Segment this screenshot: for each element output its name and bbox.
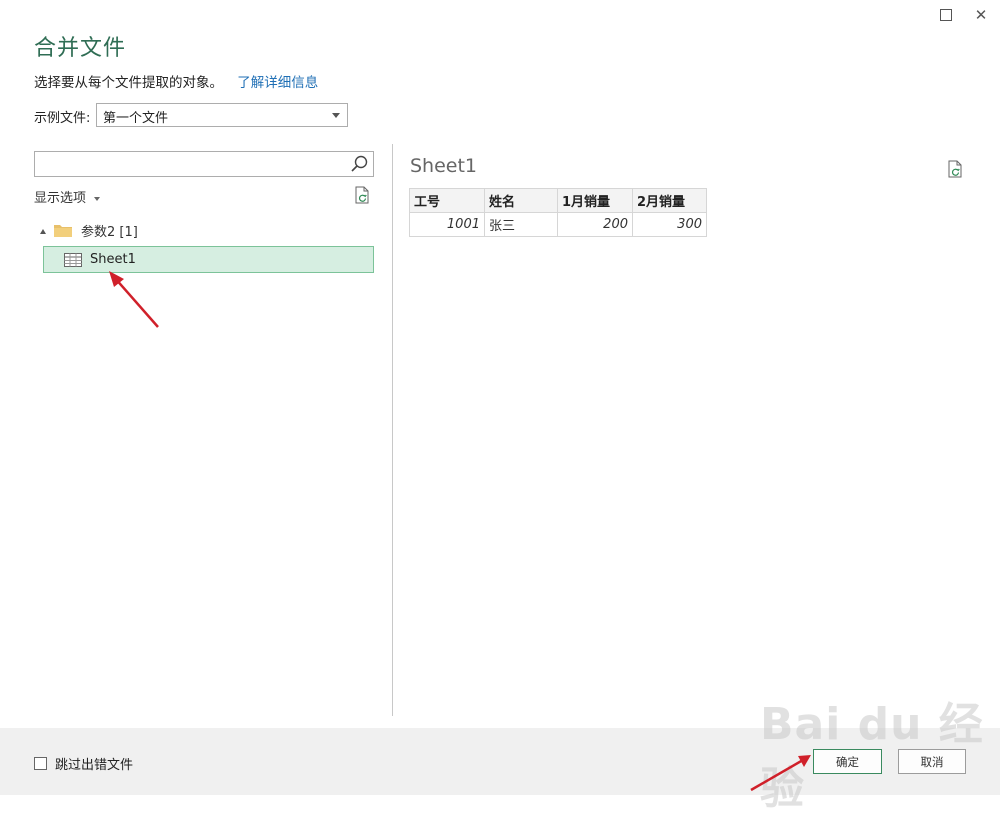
search-icon[interactable]: [349, 154, 369, 174]
column-header[interactable]: 工号: [409, 188, 485, 213]
table-header-row: 工号 姓名 1月销量 2月销量: [409, 188, 707, 213]
skip-errors-label: 跳过出错文件: [55, 758, 134, 773]
example-file-value: 第一个文件: [103, 111, 169, 126]
table-cell: 张三: [484, 212, 558, 237]
ok-button[interactable]: 确定: [813, 749, 882, 774]
skip-errors-option[interactable]: 跳过出错文件: [34, 754, 133, 773]
cancel-button[interactable]: 取消: [898, 749, 966, 774]
close-icon: ✕: [974, 6, 988, 24]
chevron-down-icon: [332, 113, 340, 118]
display-options-label: 显示选项: [34, 191, 87, 206]
annotation-arrow-icon: [750, 755, 811, 792]
folder-icon: [54, 225, 72, 237]
preview-title: Sheet1: [410, 155, 478, 177]
annotation-arrow-icon: [109, 271, 159, 328]
table-icon: [64, 252, 82, 267]
tree-item-folder[interactable]: 参数2 [1]: [40, 221, 138, 240]
subtitle-text: 选择要从每个文件提取的对象。: [34, 75, 223, 91]
tree-folder-label: 参数2 [1]: [81, 225, 138, 240]
dialog-title: 合并文件: [34, 36, 127, 61]
column-header[interactable]: 1月销量: [557, 188, 633, 213]
table-cell: 200: [557, 212, 633, 237]
maximize-icon: [940, 9, 952, 21]
preview-table: 工号 姓名 1月销量 2月销量 1001 张三 200 300: [409, 188, 707, 237]
search-input[interactable]: [34, 151, 374, 177]
skip-errors-checkbox[interactable]: [34, 757, 47, 770]
refresh-icon[interactable]: [946, 160, 964, 180]
table-cell: 1001: [409, 212, 485, 237]
column-header[interactable]: 2月销量: [632, 188, 707, 213]
dialog-subtitle: 选择要从每个文件提取的对象。 了解详细信息: [34, 71, 318, 91]
example-file-select[interactable]: 第一个文件: [96, 103, 348, 127]
maximize-button[interactable]: [933, 4, 959, 26]
display-options-dropdown[interactable]: 显示选项: [34, 187, 101, 206]
chevron-down-icon: [94, 196, 101, 201]
example-file-label: 示例文件:: [34, 111, 91, 126]
table-row: 1001 张三 200 300: [409, 212, 707, 237]
expand-collapse-icon[interactable]: [40, 228, 46, 234]
refresh-icon[interactable]: [353, 186, 371, 206]
panel-divider: [392, 144, 393, 716]
learn-more-link[interactable]: 了解详细信息: [237, 75, 318, 91]
column-header[interactable]: 姓名: [484, 188, 558, 213]
table-cell: 300: [632, 212, 707, 237]
tree-item-sheet1[interactable]: Sheet1: [43, 246, 374, 273]
close-button[interactable]: ✕: [968, 4, 994, 26]
